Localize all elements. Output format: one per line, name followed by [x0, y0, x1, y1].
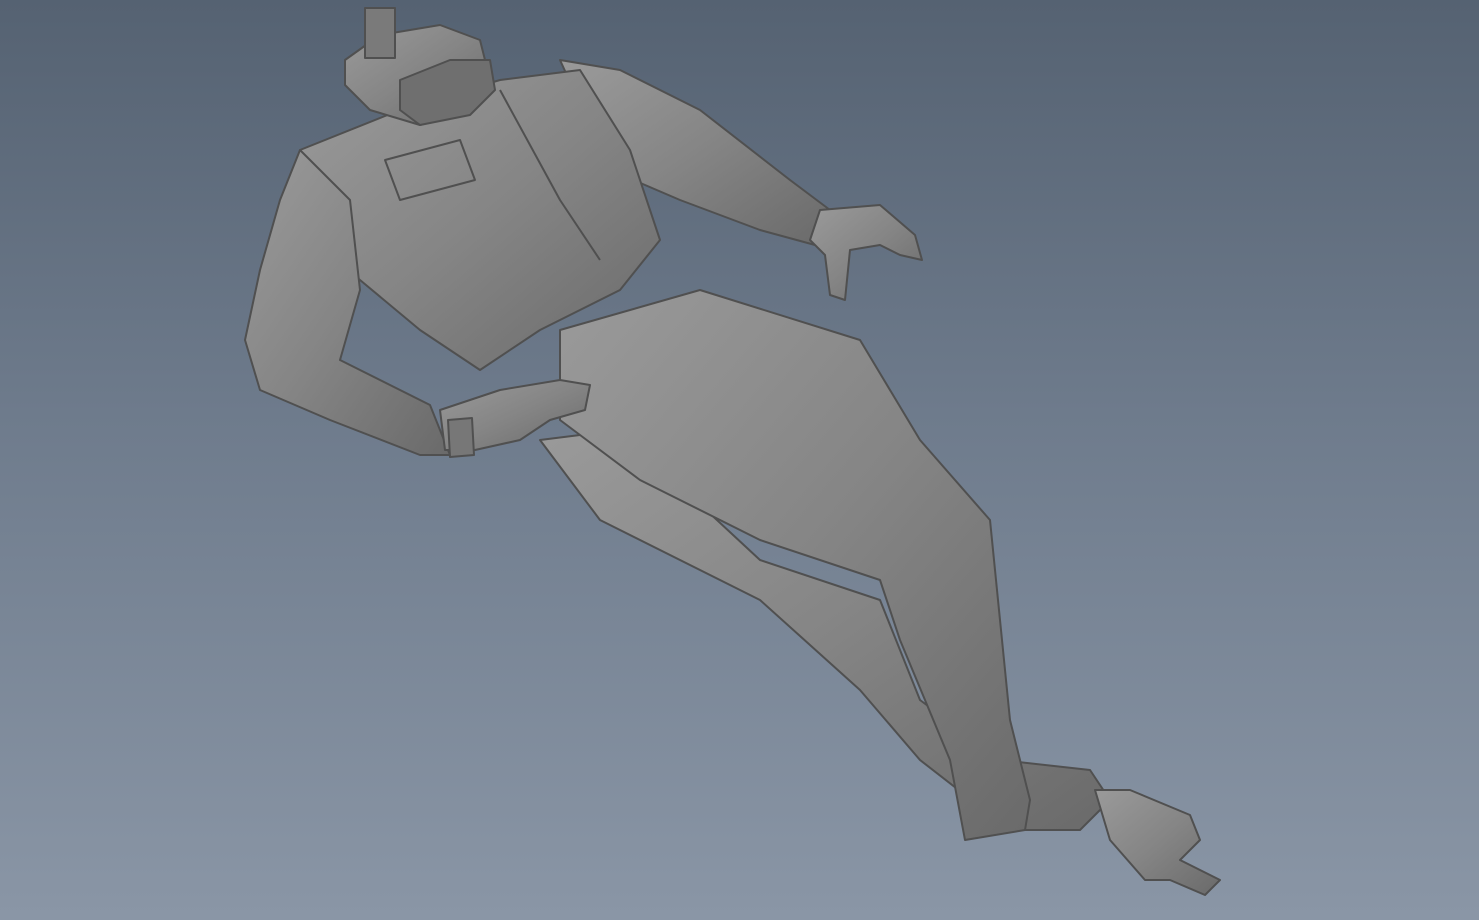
sculpt-model[interactable]	[0, 0, 1479, 920]
right-leg	[559, 289, 1031, 841]
boot	[1094, 789, 1221, 896]
3d-viewport[interactable]	[0, 0, 1479, 920]
collar-block	[364, 7, 396, 59]
right-hand	[809, 204, 923, 301]
watch	[447, 417, 475, 458]
